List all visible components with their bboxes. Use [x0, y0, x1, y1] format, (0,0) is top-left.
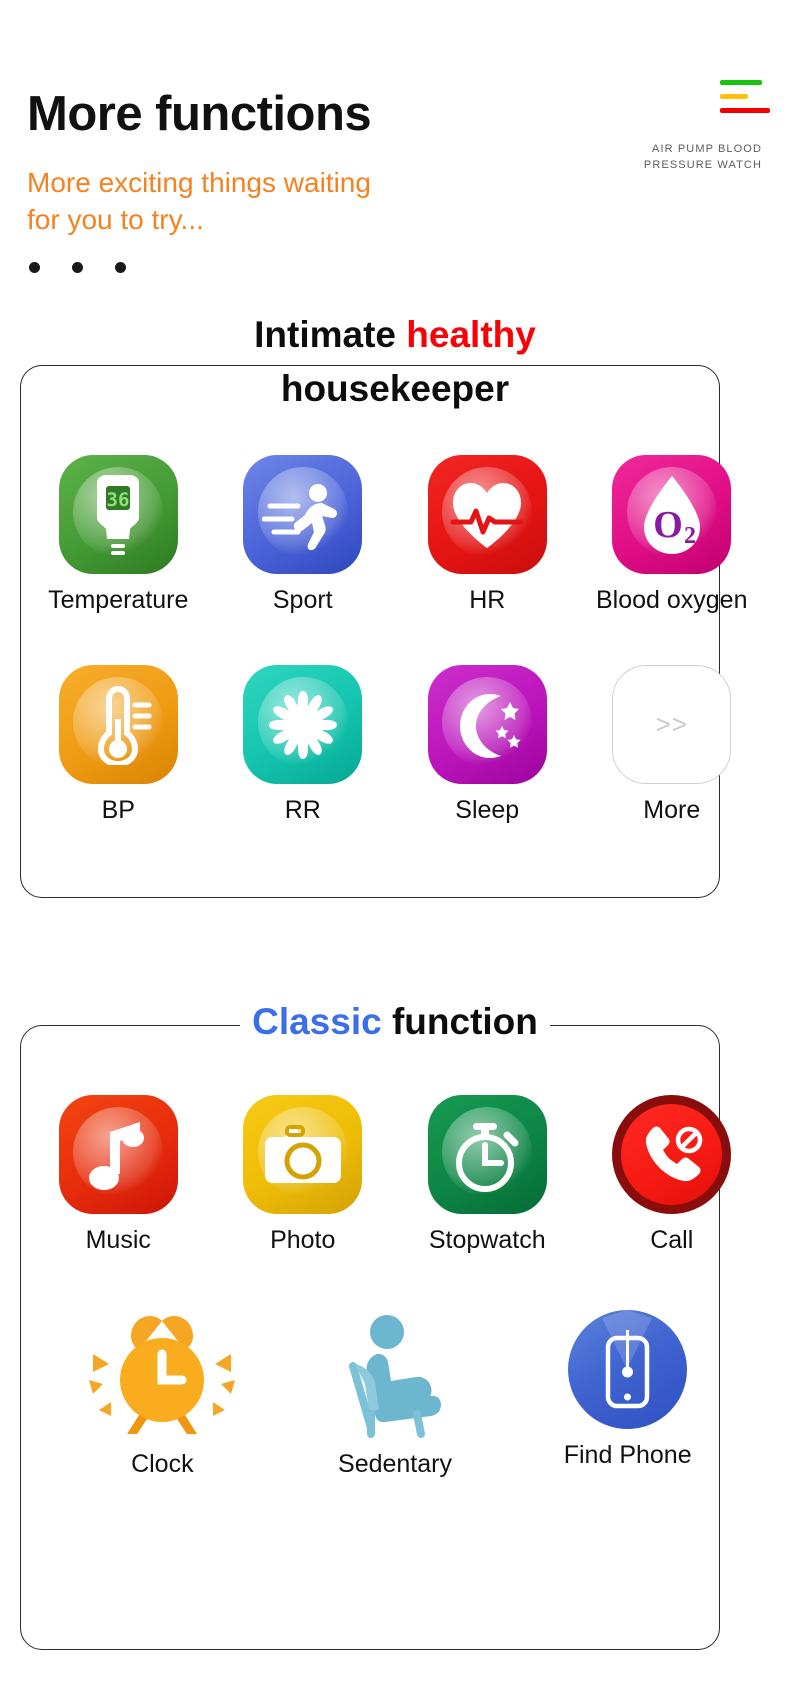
dot-1: [29, 262, 40, 273]
blood-drop-o2-icon: O 2: [612, 455, 731, 574]
product-feature-page: More functions More exciting things wait…: [0, 0, 790, 1688]
dot-3: [115, 262, 126, 273]
feature-label: Call: [650, 1228, 693, 1253]
health-title-accent: healthy: [406, 314, 536, 355]
heart-pulse-icon: [428, 455, 547, 574]
page-subtitle: More exciting things waiting for you to …: [27, 165, 371, 239]
health-icon-row-1: 36 Temperature: [0, 455, 790, 613]
feature-label: Sleep: [455, 798, 519, 823]
page-header: More functions More exciting things wait…: [0, 0, 790, 300]
digital-thermometer-icon: 36: [59, 455, 178, 574]
feature-label: BP: [102, 798, 135, 823]
feature-item-blood-oxygen[interactable]: O 2 Blood oxygen: [580, 455, 765, 613]
yellow-bar: [720, 94, 748, 99]
brand-mark-icon: [588, 72, 768, 118]
feature-item-temperature[interactable]: 36 Temperature: [26, 455, 211, 613]
running-person-icon: [243, 455, 362, 574]
alarm-clock-icon: [87, 1310, 237, 1438]
feature-label: Clock: [131, 1452, 194, 1477]
feature-item-sleep[interactable]: Sleep: [395, 665, 580, 823]
feature-item-find-phone[interactable]: Find Phone: [511, 1310, 744, 1477]
feature-label: Music: [86, 1228, 151, 1253]
feature-item-stopwatch[interactable]: Stopwatch: [395, 1095, 580, 1253]
feature-label: Sedentary: [338, 1452, 452, 1477]
classic-icon-row-1: Music Photo St: [0, 1095, 790, 1253]
page-title: More functions: [27, 90, 371, 139]
green-bar: [720, 80, 762, 85]
find-phone-icon: [568, 1310, 687, 1429]
feature-item-more[interactable]: >> More: [580, 665, 765, 823]
temperature-value: 36: [107, 489, 130, 511]
feature-item-sport[interactable]: Sport: [211, 455, 396, 613]
feature-item-hr[interactable]: HR: [395, 455, 580, 613]
feature-label: HR: [469, 588, 505, 613]
stopwatch-icon: [428, 1095, 547, 1214]
feature-item-bp[interactable]: BP: [26, 665, 211, 823]
feature-label: Find Phone: [564, 1443, 692, 1468]
starburst-icon: [243, 665, 362, 784]
red-bar: [720, 108, 770, 113]
feature-label: Blood oxygen: [596, 588, 748, 613]
feature-item-sedentary[interactable]: Sedentary: [279, 1310, 512, 1477]
page-subtitle-line2: for you to try...: [27, 202, 371, 239]
brand-name: AIR PUMP BLOOD PRESSURE WATCH: [592, 142, 762, 174]
feature-item-clock[interactable]: Clock: [46, 1310, 279, 1477]
feature-label: Sport: [273, 588, 333, 613]
camera-icon: [243, 1095, 362, 1214]
feature-item-rr[interactable]: RR: [211, 665, 396, 823]
music-note-icon: [59, 1095, 178, 1214]
svg-text:2: 2: [684, 523, 696, 549]
feature-item-music[interactable]: Music: [26, 1095, 211, 1253]
thermometer-gauge-icon: [59, 665, 178, 784]
feature-label: RR: [285, 798, 321, 823]
feature-item-call[interactable]: Call: [580, 1095, 765, 1253]
sitting-person-icon: [320, 1310, 470, 1438]
health-icon-row-2: BP: [0, 665, 790, 823]
chevron-double-right-icon[interactable]: >>: [612, 665, 731, 784]
brand-name-line1: AIR PUMP BLOOD: [592, 142, 762, 158]
feature-label: Photo: [270, 1228, 335, 1253]
feature-label: Stopwatch: [429, 1228, 546, 1253]
classic-icon-row-2: Clock Sedentary: [0, 1310, 790, 1477]
decorative-dots: [29, 262, 126, 273]
blood-oxygen-value: O: [653, 504, 683, 546]
more-chevrons: >>: [656, 709, 688, 740]
brand-name-line2: PRESSURE WATCH: [592, 158, 762, 174]
feature-label: Temperature: [48, 588, 188, 613]
dot-2: [72, 262, 83, 273]
phone-reject-icon: [612, 1095, 731, 1214]
feature-label: More: [643, 798, 700, 823]
moon-stars-icon: [428, 665, 547, 784]
brand-logo: AIR PUMP BLOOD PRESSURE WATCH: [588, 72, 768, 118]
health-title-plain: Intimate: [254, 314, 406, 355]
page-subtitle-line1: More exciting things waiting: [27, 165, 371, 202]
feature-item-photo[interactable]: Photo: [211, 1095, 396, 1253]
